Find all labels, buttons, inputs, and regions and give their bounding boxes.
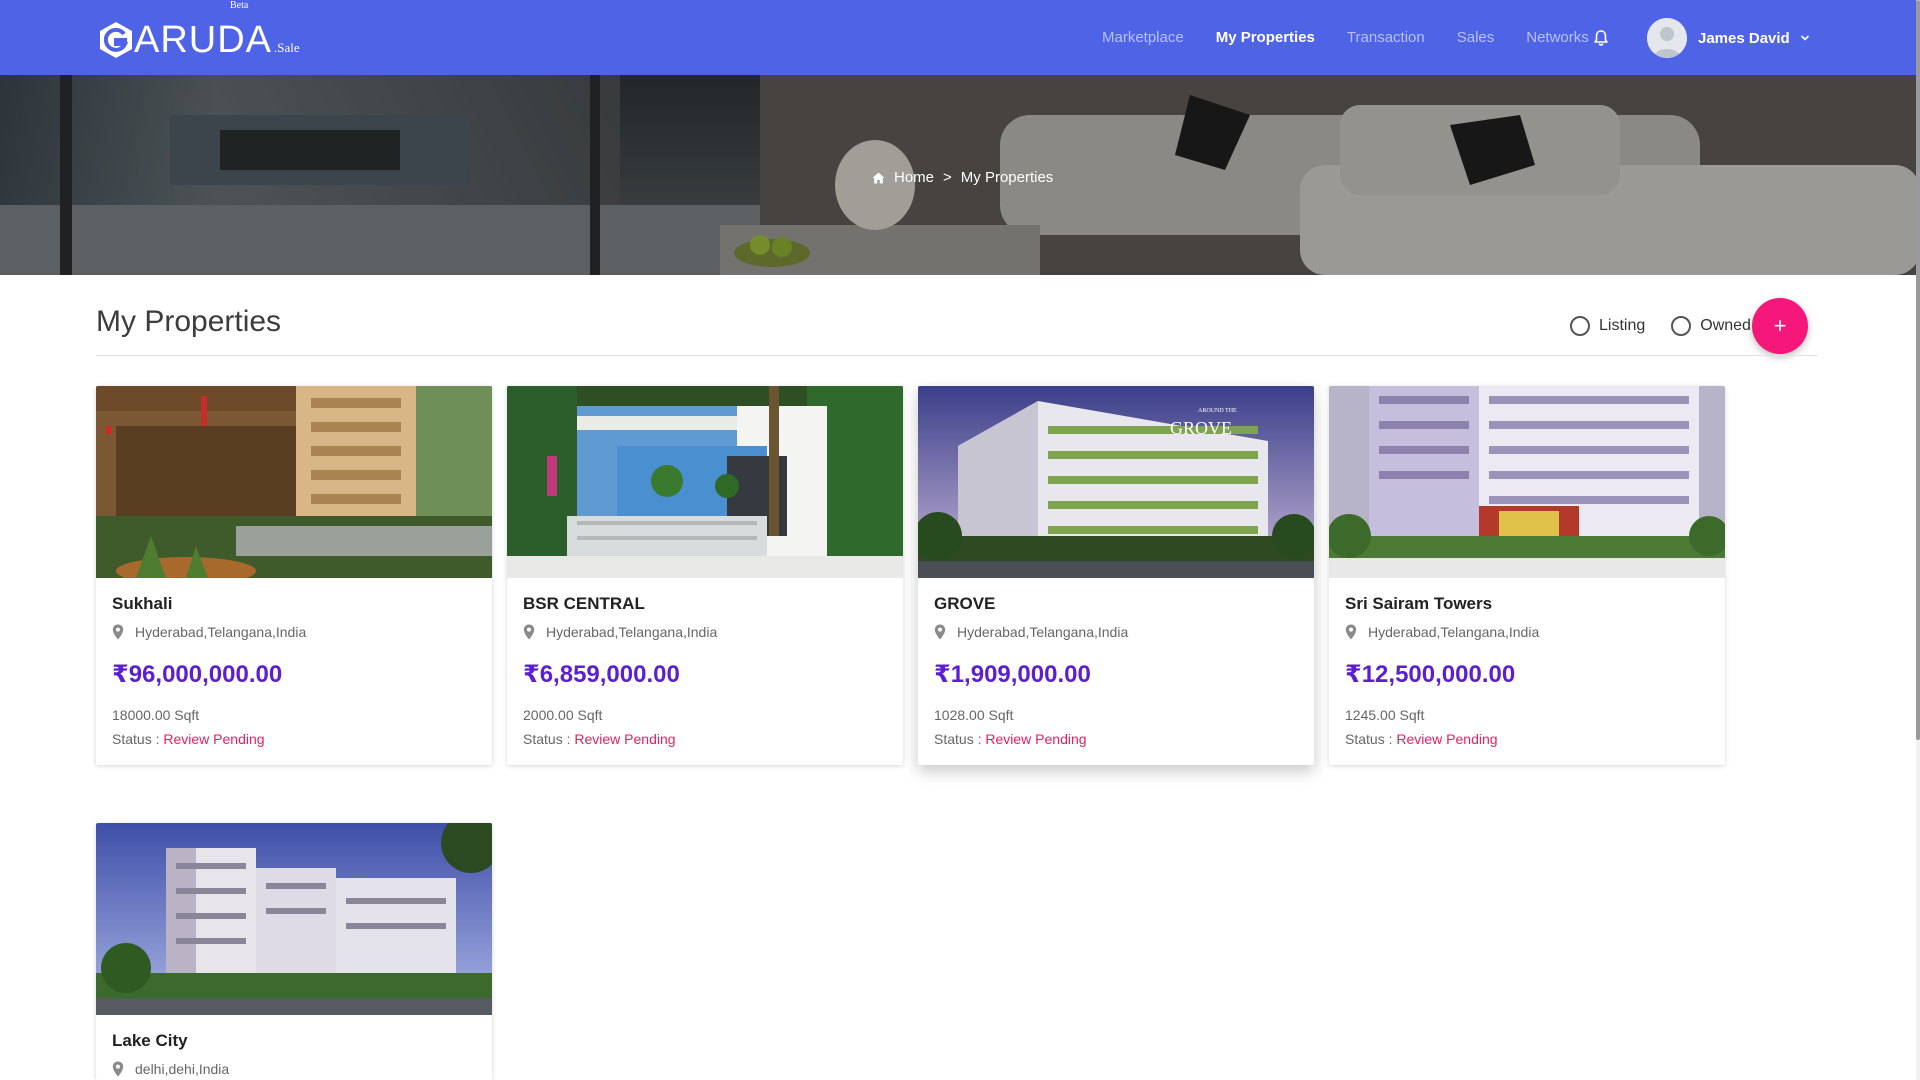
logo-wordmark: ARUDA (134, 19, 273, 61)
location-pin-icon (112, 1061, 124, 1077)
grove-emblem-small-text: AROUND THE (1198, 408, 1237, 414)
breadcrumb-current: My Properties (960, 169, 1054, 186)
user-name: James David (1698, 29, 1790, 47)
add-property-button[interactable]: + (1752, 298, 1808, 354)
radio-owned[interactable]: Owned (1671, 316, 1751, 336)
property-status: Status : Review Pending (112, 731, 476, 747)
property-status: Status : Review Pending (523, 731, 887, 747)
logo-g-mark-icon (100, 22, 132, 58)
status-badge: Review Pending (985, 731, 1087, 747)
property-name: Sri Sairam Towers (1345, 594, 1493, 613)
property-card-sri-sairam-towers[interactable]: Sri Sairam Towers Hyderabad,Telangana,In… (1329, 386, 1725, 765)
property-image-grove: AROUND THE GROVE (918, 386, 1314, 578)
property-card-lake-city[interactable]: Lake City delhi,dehi,India (96, 823, 492, 1080)
section-divider (96, 355, 1818, 356)
property-image-sri-sairam-towers (1329, 386, 1725, 578)
top-navbar: ARUDA .Sale Beta Marketplace My Properti… (0, 0, 1920, 75)
nav-networks[interactable]: Networks (1526, 29, 1589, 46)
radio-owned-circle[interactable] (1671, 316, 1692, 336)
user-menu[interactable]: James David (1647, 17, 1810, 59)
radio-listing-circle[interactable] (1570, 316, 1590, 336)
status-badge: Review Pending (1396, 731, 1498, 747)
property-price: ₹1,909,000.00 (934, 661, 1091, 688)
property-area: 1028.00 Sqft (934, 707, 1014, 723)
breadcrumb-separator: > (943, 169, 952, 186)
property-location: Hyderabad,Telangana,India (546, 624, 718, 640)
property-price: ₹96,000,000.00 (112, 661, 283, 688)
location-pin-icon (523, 624, 535, 640)
property-image-sukhali (96, 386, 492, 578)
status-label: Status : (934, 731, 982, 747)
property-name: Lake City (112, 1031, 188, 1050)
user-silhouette-icon (1647, 18, 1687, 58)
breadcrumb: Home > My Properties (872, 169, 1053, 186)
page-title: My Properties (96, 305, 282, 338)
chevron-down-icon (1800, 35, 1809, 41)
property-card-sukhali[interactable]: Sukhali Hyderabad,Telangana,India ₹96,00… (96, 386, 492, 765)
nav-my-properties[interactable]: My Properties (1216, 29, 1315, 46)
radio-owned-label: Owned (1700, 317, 1751, 334)
property-location: Hyderabad,Telangana,India (135, 624, 307, 640)
property-area: 1245.00 Sqft (1345, 707, 1425, 723)
status-label: Status : (1345, 731, 1393, 747)
property-price: ₹6,859,000.00 (523, 661, 680, 688)
logo-sale-suffix: .Sale (274, 40, 300, 55)
property-card-bsr-central[interactable]: BSR CENTRAL Hyderabad,Telangana,India ₹6… (507, 386, 903, 765)
radio-listing-label: Listing (1599, 317, 1646, 334)
grove-emblem-text: GROVE (1170, 418, 1232, 438)
scrollbar-thumb[interactable] (1916, 0, 1920, 740)
nav-transaction[interactable]: Transaction (1347, 29, 1425, 46)
property-name: GROVE (934, 594, 996, 613)
status-label: Status : (523, 731, 571, 747)
property-status: Status : Review Pending (1345, 731, 1709, 747)
property-card-grove[interactable]: AROUND THE GROVE GROVE Hyderabad,Telanga… (918, 386, 1314, 765)
property-location: Hyderabad,Telangana,India (1368, 624, 1540, 640)
location-pin-icon (112, 624, 124, 640)
status-badge: Review Pending (574, 731, 676, 747)
property-image-bsr-central (507, 386, 903, 578)
status-badge: Review Pending (163, 731, 265, 747)
avatar (1647, 18, 1687, 58)
property-filter: Listing Owned (1570, 316, 1777, 336)
nav-sales[interactable]: Sales (1457, 29, 1495, 46)
property-area: 2000.00 Sqft (523, 707, 603, 723)
nav-marketplace[interactable]: Marketplace (1102, 29, 1184, 46)
hero-banner: Home > My Properties (0, 75, 1920, 275)
page-scrollbar[interactable] (1916, 0, 1920, 1080)
location-pin-icon (1345, 624, 1357, 640)
property-area: 18000.00 Sqft (112, 707, 200, 723)
bell-icon[interactable] (1592, 29, 1610, 47)
logo-beta-badge: Beta (230, 0, 249, 11)
home-icon[interactable] (872, 172, 885, 184)
location-pin-icon (934, 624, 946, 640)
radio-listing[interactable]: Listing (1570, 316, 1645, 336)
property-name: BSR CENTRAL (523, 594, 645, 613)
property-name: Sukhali (112, 594, 173, 613)
property-location: delhi,dehi,India (135, 1061, 230, 1077)
breadcrumb-home[interactable]: Home (894, 169, 934, 186)
property-image-lake-city (96, 823, 492, 1015)
status-label: Status : (112, 731, 160, 747)
property-status: Status : Review Pending (934, 731, 1298, 747)
main-nav: Marketplace My Properties Transaction Sa… (1102, 0, 1621, 75)
garuda-logo[interactable]: ARUDA .Sale (96, 14, 300, 60)
property-price: ₹12,500,000.00 (1345, 661, 1516, 688)
property-location: Hyderabad,Telangana,India (957, 624, 1129, 640)
